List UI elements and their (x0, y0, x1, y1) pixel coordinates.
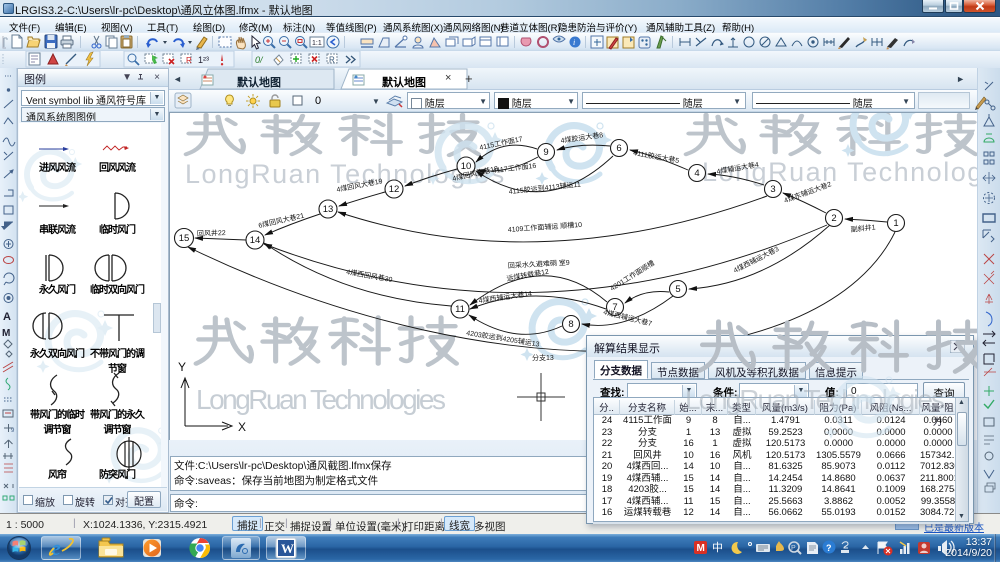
svg-text:2: 2 (831, 213, 836, 224)
svg-text:回风井22: 回风井22 (197, 228, 226, 238)
svg-text:1:1: 1:1 (312, 40, 322, 47)
svg-text:4111胶运大巷5: 4111胶运大巷5 (633, 148, 680, 165)
svg-text:6: 6 (616, 143, 621, 154)
svg-text:副斜井1: 副斜井1 (850, 222, 876, 234)
svg-text:12: 12 (389, 184, 400, 195)
svg-text:1²³: 1²³ (198, 55, 209, 65)
svg-text:4115胶运到4113辅运11: 4115胶运到4113辅运11 (508, 179, 581, 196)
svg-text:X: X (238, 420, 246, 434)
svg-text:4109工作面辅运 顺槽10: 4109工作面辅运 顺槽10 (508, 220, 583, 234)
svg-text:4煤西辅运大巷3: 4煤西辅运大巷3 (732, 244, 781, 275)
svg-text:M: M (2, 328, 10, 339)
svg-text:P: P (791, 545, 796, 552)
svg-text:1: 1 (893, 218, 898, 229)
svg-text:4煤西回风巷30: 4煤西回风巷30 (346, 267, 394, 284)
svg-text:中: 中 (712, 541, 723, 554)
svg-text:A: A (3, 311, 11, 323)
svg-text:?: ? (826, 543, 832, 553)
svg-text:11: 11 (455, 304, 465, 315)
svg-text:3: 3 (770, 184, 775, 195)
svg-text:6煤回风大巷21: 6煤回风大巷21 (257, 211, 305, 230)
svg-text:LongRuan Technologies: LongRuan Technologies (196, 384, 445, 415)
svg-text:e: e (51, 536, 61, 560)
svg-text:14: 14 (250, 235, 261, 246)
svg-text:分支13: 分支13 (532, 353, 554, 362)
svg-text:i: i (573, 38, 575, 47)
svg-text:8: 8 (568, 319, 573, 330)
svg-text:R: R (186, 56, 192, 65)
svg-text:4201工作面顺槽: 4201工作面顺槽 (608, 258, 656, 292)
svg-text:W: W (281, 541, 294, 556)
svg-text:9: 9 (11, 428, 15, 434)
svg-text:R: R (329, 56, 335, 65)
svg-text:13: 13 (323, 204, 334, 215)
svg-text:10: 10 (461, 161, 472, 172)
svg-text:Y: Y (178, 360, 186, 374)
svg-text:5: 5 (675, 284, 680, 295)
svg-text:回采水久避难硐 室9: 回采水久避难硐 室9 (508, 258, 570, 270)
svg-text:15: 15 (179, 233, 190, 244)
svg-text:9: 9 (543, 147, 548, 158)
svg-text:4: 4 (694, 168, 699, 179)
svg-text:LongRuan Technologies: LongRuan Technologies (702, 157, 978, 187)
svg-text:M: M (697, 543, 705, 554)
svg-text:4煤西辅运大巷14: 4煤西辅运大巷14 (478, 289, 533, 305)
